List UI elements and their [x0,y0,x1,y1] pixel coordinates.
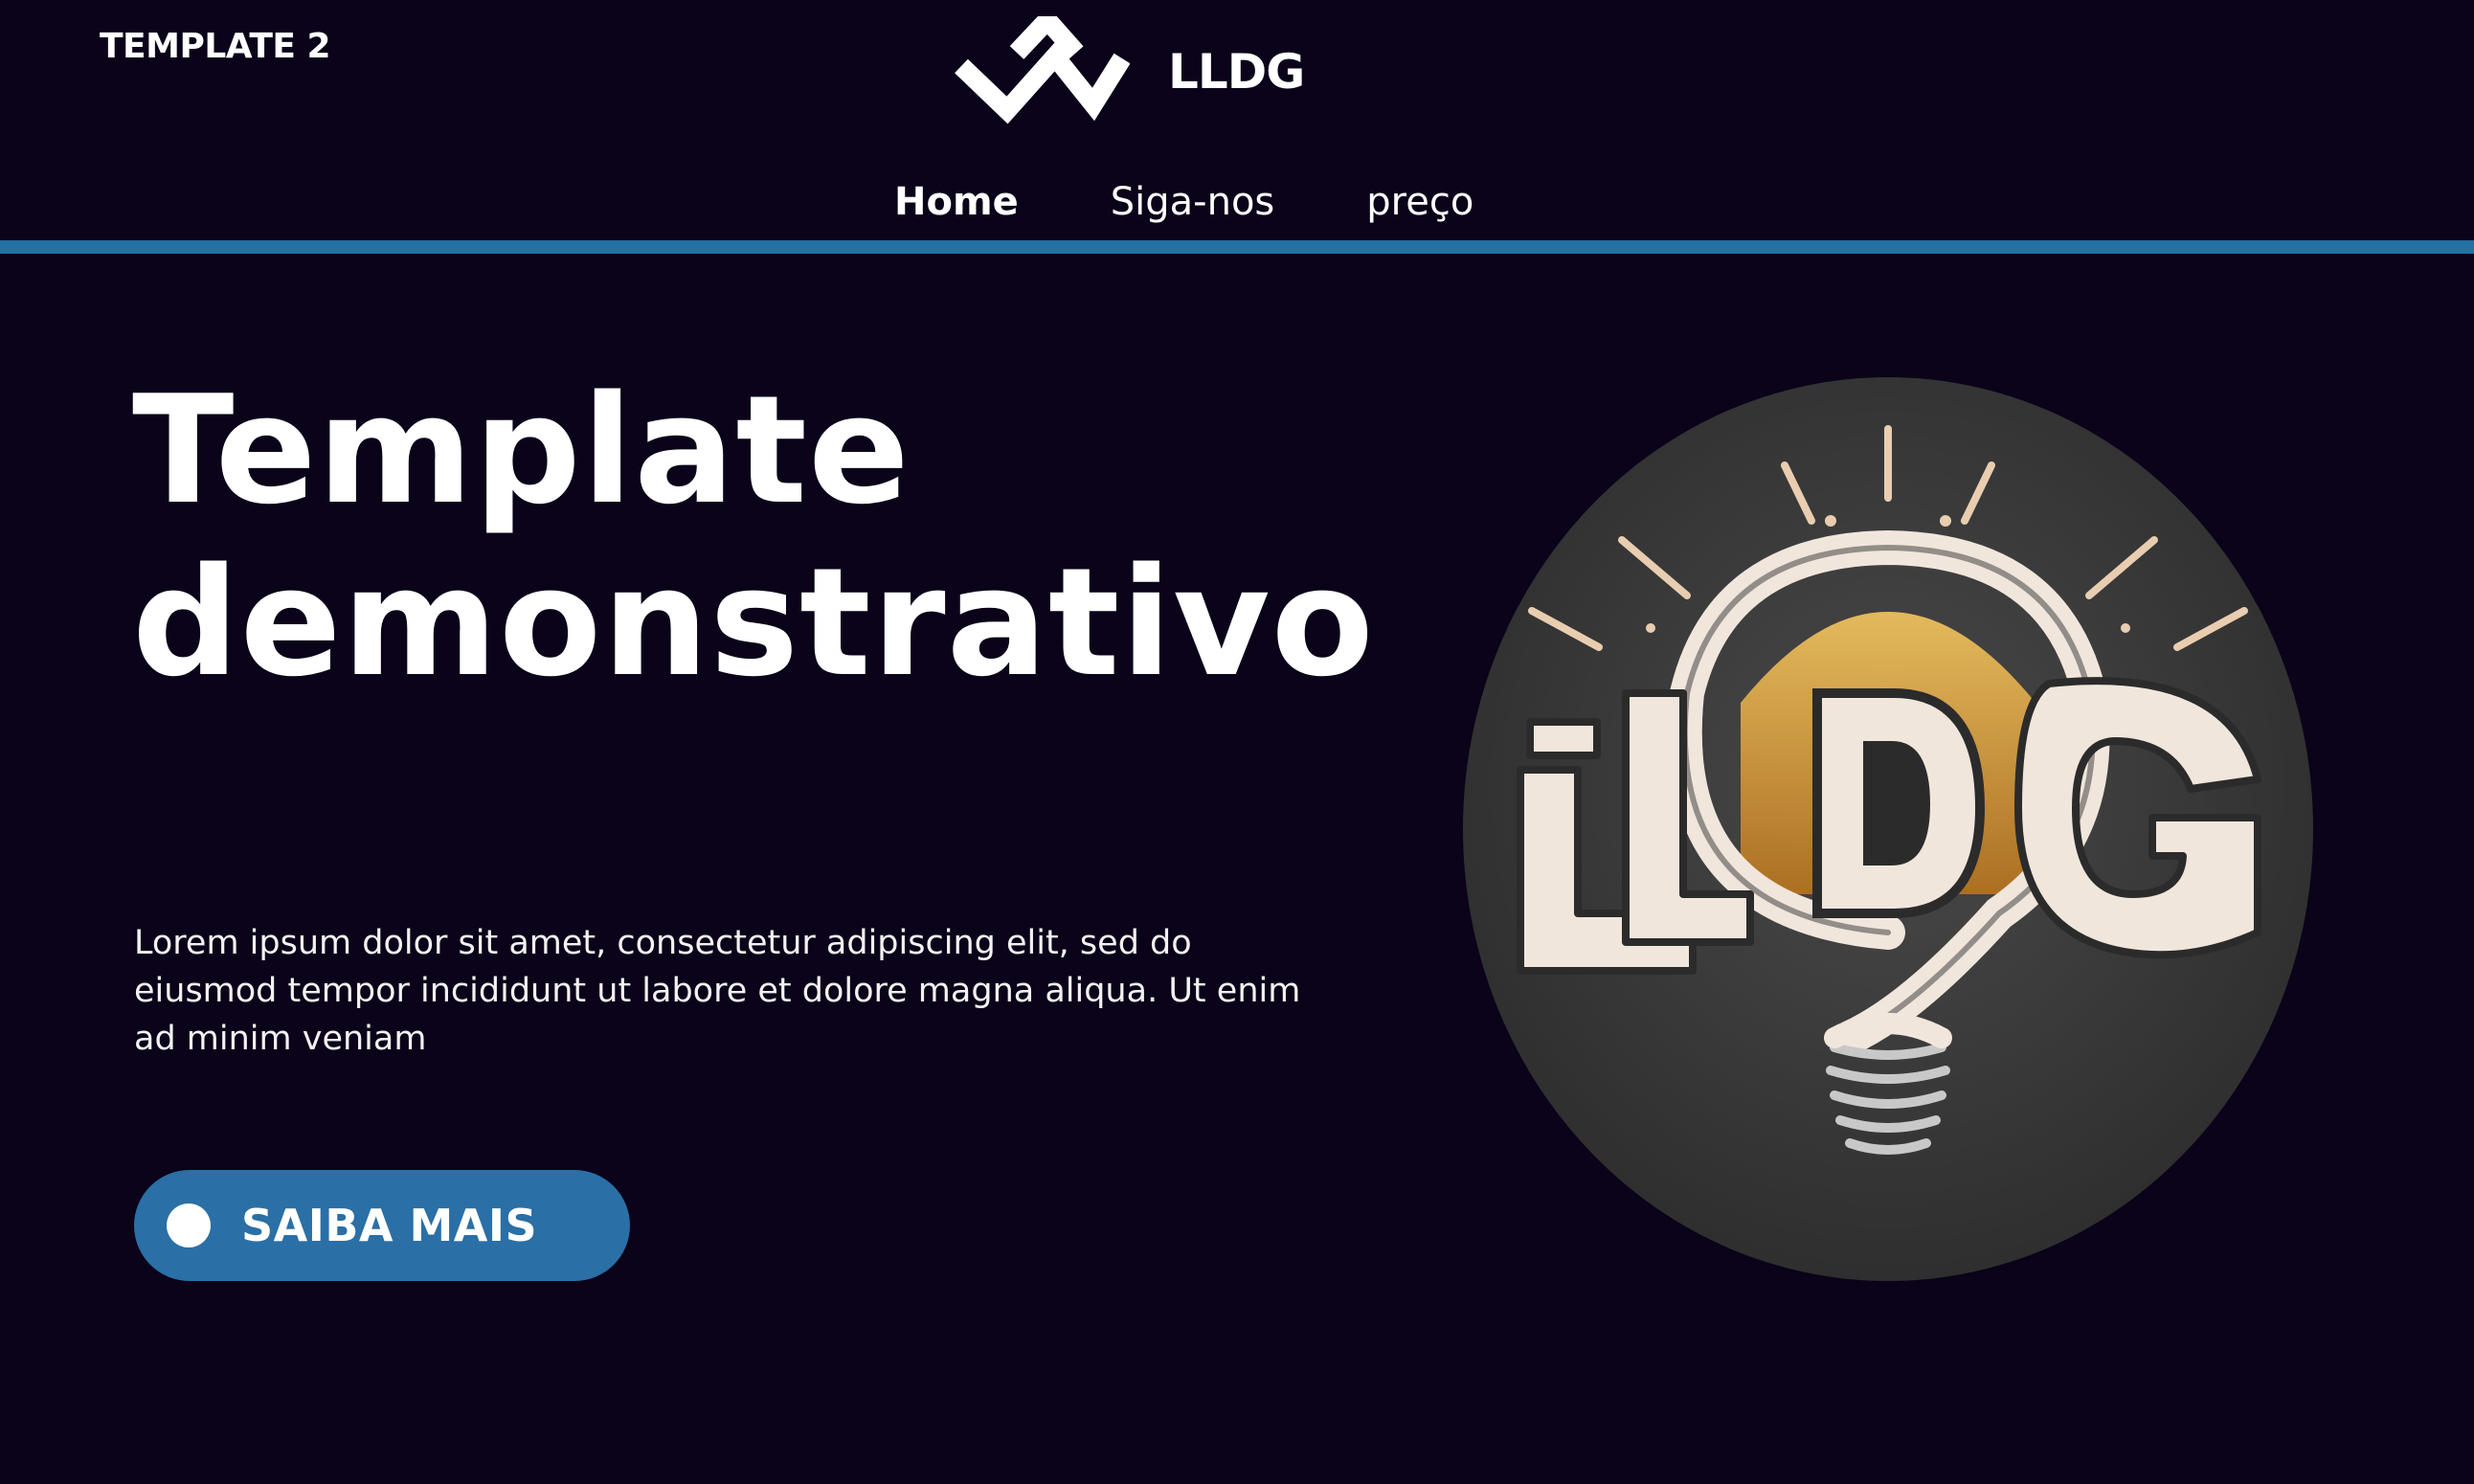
cta-label: SAIBA MAIS [241,1200,538,1251]
main-nav: Home Siga-nos preço [894,180,1473,224]
template-label: TEMPLATE 2 [100,27,331,66]
hero-title-line2: demonstrativo [132,535,1375,709]
hero-title: Template demonstrativo [132,364,1511,708]
header-divider [0,240,2474,254]
nav-item-siga-nos[interactable]: Siga-nos [1111,180,1275,224]
saiba-mais-button[interactable]: SAIBA MAIS [134,1170,630,1281]
zigzag-w-logo-icon [955,16,1130,124]
brand-name: LLDG [1168,44,1305,100]
lightbulb-logo-image [1463,377,2313,1281]
nav-item-preco[interactable]: preço [1366,180,1473,224]
hero-description: Lorem ipsum dolor sit amet, consectetur … [134,924,1301,1058]
nav-item-home[interactable]: Home [894,180,1019,224]
hero-title-line1: Template [132,363,911,537]
dot-icon [167,1203,211,1248]
brand[interactable]: LLDG [952,15,1305,128]
